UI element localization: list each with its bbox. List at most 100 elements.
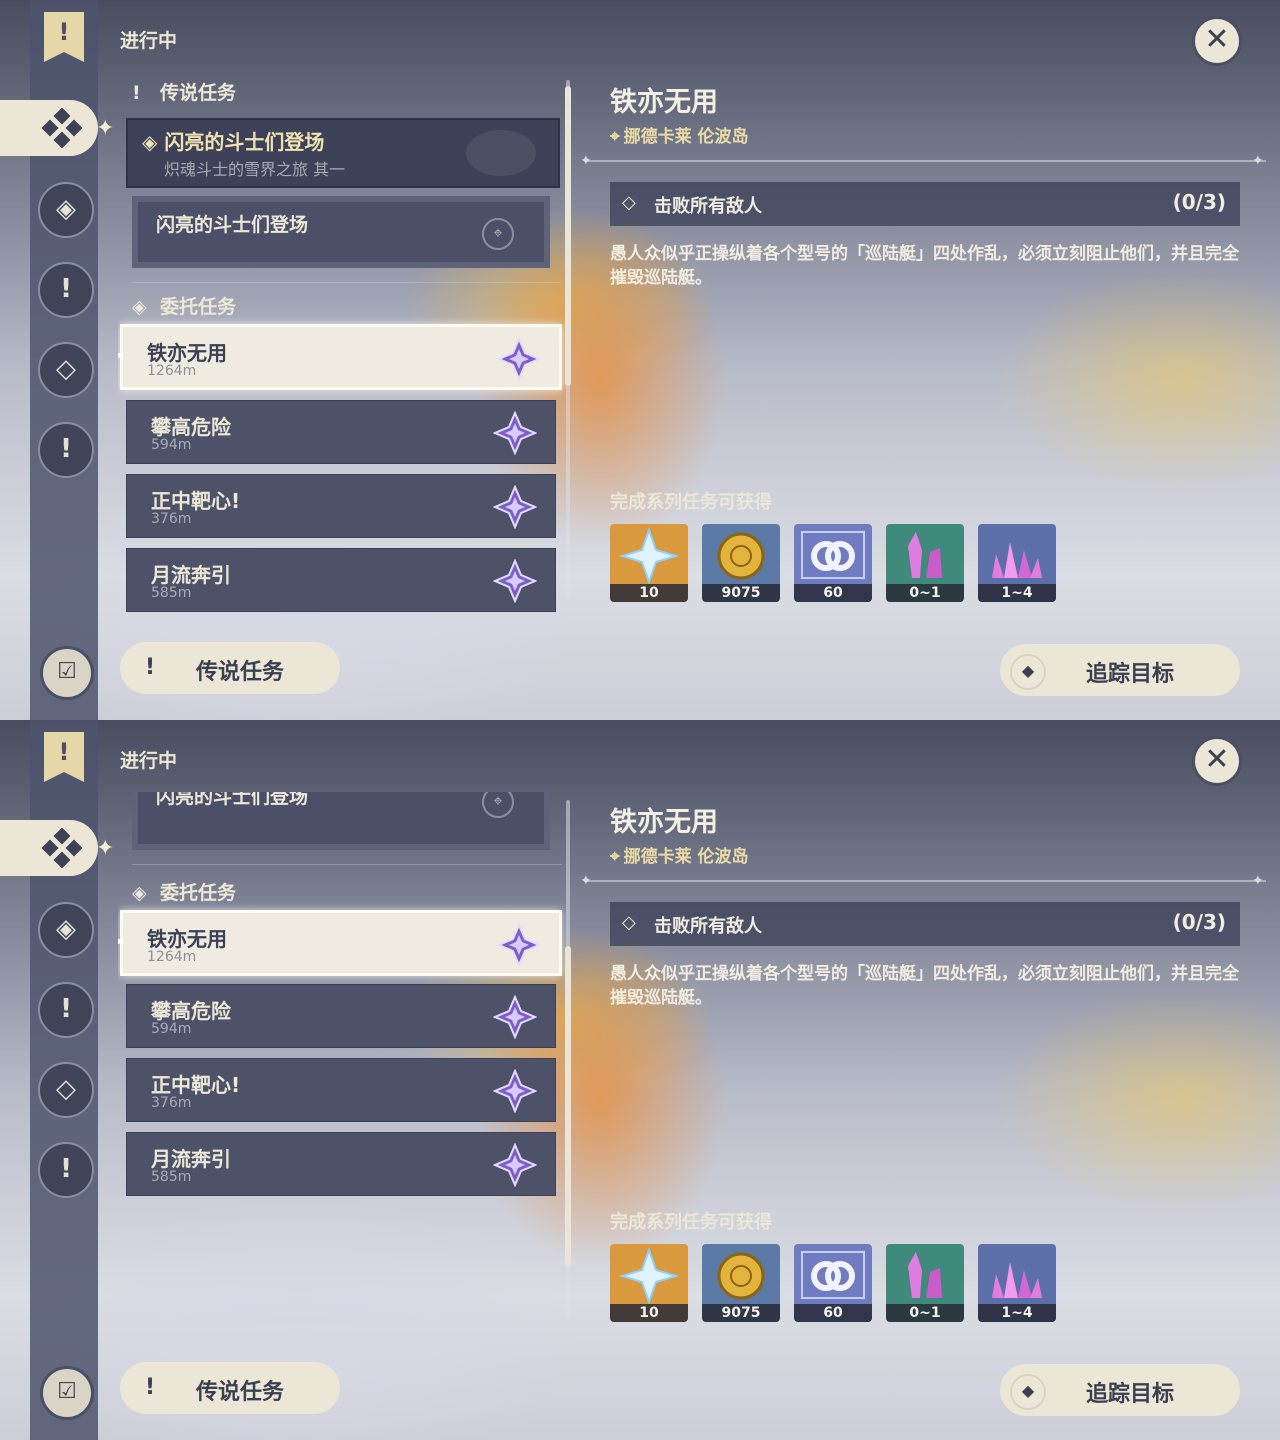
- archon-exclaim-icon: !: [144, 655, 156, 680]
- detail-title: 铁亦无用: [610, 87, 718, 118]
- track-objective-label: 追踪目标: [1086, 662, 1175, 687]
- reward-amount: 9075: [702, 584, 780, 602]
- archon-quest-button-label: 传说任务: [196, 1380, 285, 1405]
- commission-section-header: ◈ 委托任务: [132, 292, 236, 319]
- track-diamond-icon: ◆: [1010, 1374, 1046, 1410]
- reward-item[interactable]: 0~1: [886, 524, 964, 602]
- commission-star-icon: [497, 337, 541, 381]
- quest-distance: 376m: [151, 511, 192, 527]
- quest-list-scroll-thumb[interactable]: [565, 946, 571, 1266]
- quest-distance: 585m: [151, 1169, 192, 1185]
- reward-item[interactable]: 10: [610, 524, 688, 602]
- reward-amount: 0~1: [886, 1304, 964, 1322]
- companionship-exp-icon: [801, 1251, 865, 1299]
- track-objective-button[interactable]: ◆ 追踪目标: [1000, 644, 1240, 696]
- quest-list[interactable]: ! 传说任务 ◈ 闪亮的斗士们登场 炽魂斗士的雪界之旅 其一 闪亮的斗士们登场 ⌖…: [118, 72, 568, 612]
- reward-item[interactable]: 1~4: [978, 524, 1056, 602]
- location-pin-icon: ⌖: [610, 847, 620, 867]
- checklist-icon: ☑: [57, 1379, 77, 1404]
- divider: [132, 282, 562, 283]
- reward-item[interactable]: 60: [794, 524, 872, 602]
- reward-item[interactable]: 1~4: [978, 1244, 1056, 1322]
- reward-item[interactable]: 9075: [702, 1244, 780, 1322]
- rail-tab-story[interactable]: !: [38, 982, 94, 1038]
- reward-item[interactable]: 9075: [702, 524, 780, 602]
- reward-amount: 1~4: [978, 1304, 1056, 1322]
- archon-step-card[interactable]: 闪亮的斗士们登场 ⌖: [132, 792, 550, 850]
- archon-quest-button[interactable]: ! 传说任务: [120, 1362, 340, 1414]
- objective-diamond-icon: ◇: [622, 192, 636, 213]
- archon-quest-subtitle: 炽魂斗士的雪界之旅 其一: [164, 160, 346, 179]
- rail-tab-story[interactable]: !: [38, 262, 94, 318]
- commission-section-icon: ◈: [132, 296, 147, 318]
- rewards-row: 10 9075 60 0~1 1~4: [610, 524, 1070, 604]
- crystal-cluster-icon: [992, 1262, 1042, 1298]
- commission-star-icon: [493, 1069, 537, 1113]
- quest-card-selected[interactable]: ▶ 铁亦无用 1264m: [118, 324, 562, 390]
- objective-diamond-icon: ◇: [622, 912, 636, 933]
- rail-tab-commission[interactable]: !: [38, 1142, 94, 1198]
- archon-quest-card[interactable]: ◈ 闪亮的斗士们登场 炽魂斗士的雪界之旅 其一: [126, 118, 560, 188]
- quest-card[interactable]: 攀高危险 594m: [126, 984, 556, 1048]
- archon-quest-button[interactable]: ! 传说任务: [120, 642, 340, 694]
- objective-row: ◇ 击败所有敌人 (0/3): [610, 182, 1240, 226]
- reward-item[interactable]: 60: [794, 1244, 872, 1322]
- rewards-title: 完成系列任务可获得: [610, 492, 772, 513]
- objective-count: (0/3): [1172, 910, 1226, 934]
- rail-tab-world[interactable]: ◇: [38, 342, 94, 398]
- rail-tab-all-quests[interactable]: ✦: [0, 820, 114, 876]
- world-quest-icon: ◇: [56, 354, 76, 384]
- quest-title: 月流奔引: [151, 1147, 231, 1171]
- quest-title: 攀高危险: [151, 999, 231, 1023]
- mora-icon: [717, 532, 765, 580]
- reward-item[interactable]: 0~1: [886, 1244, 964, 1322]
- commission-section-icon: ◈: [132, 882, 147, 904]
- quest-settings-button[interactable]: ☑: [40, 646, 94, 700]
- quest-distance: 594m: [151, 437, 192, 453]
- archon-step-title: 闪亮的斗士们登场: [156, 214, 309, 236]
- rail-tab-archon[interactable]: ◈: [38, 902, 94, 958]
- quest-distance: 585m: [151, 585, 192, 601]
- reward-amount: 10: [610, 1304, 688, 1322]
- detail-location: ⌖ 挪德卡莱 伦波岛: [610, 842, 749, 867]
- crystal-ore-icon: [908, 1252, 942, 1298]
- quest-title: 攀高危险: [151, 415, 231, 439]
- quest-title: 铁亦无用: [147, 341, 227, 365]
- close-button[interactable]: ✕: [1192, 16, 1242, 66]
- objective-row: ◇ 击败所有敌人 (0/3): [610, 902, 1240, 946]
- rail-tab-world[interactable]: ◇: [38, 1062, 94, 1118]
- detail-title: 铁亦无用: [610, 807, 718, 838]
- selected-arrow-icon: ▶: [118, 347, 124, 363]
- quest-card[interactable]: 正中靶心! 376m: [126, 474, 556, 538]
- commission-section-title: 委托任务: [160, 296, 237, 318]
- rail-tab-all-quests[interactable]: ✦: [0, 100, 114, 156]
- location-pin-icon[interactable]: ⌖: [482, 792, 514, 818]
- quest-settings-button[interactable]: ☑: [40, 1366, 94, 1420]
- primogem-icon: [618, 1246, 680, 1304]
- quest-list-scroll-thumb[interactable]: [565, 86, 571, 386]
- quest-card[interactable]: 月流奔引 585m: [126, 548, 556, 612]
- archon-step-card[interactable]: 闪亮的斗士们登场 ⌖: [132, 196, 550, 268]
- sparkle-icon: ✦: [96, 116, 115, 141]
- quest-title: 正中靶心!: [151, 1073, 241, 1097]
- location-pin-icon[interactable]: ⌖: [482, 218, 514, 250]
- quest-list[interactable]: 闪亮的斗士们登场 ⌖ ◈ 委托任务 ▶ 铁亦无用 1264m 攀高危险 594m …: [118, 792, 568, 1332]
- objective-text: 击败所有敌人: [654, 196, 762, 217]
- close-button[interactable]: ✕: [1192, 736, 1242, 786]
- quest-card[interactable]: 攀高危险 594m: [126, 400, 556, 464]
- rail-tab-archon[interactable]: ◈: [38, 182, 94, 238]
- rail-tab-commission[interactable]: !: [38, 422, 94, 478]
- quest-card[interactable]: 月流奔引 585m: [126, 1132, 556, 1196]
- commission-quest-icon: !: [60, 1154, 72, 1184]
- crystal-cluster-icon: [992, 542, 1042, 578]
- quest-card[interactable]: 正中靶心! 376m: [126, 1058, 556, 1122]
- quest-distance: 376m: [151, 1095, 192, 1111]
- quest-distance: 594m: [151, 1021, 192, 1037]
- track-diamond-icon: ◆: [1010, 654, 1046, 690]
- reward-amount: 60: [794, 584, 872, 602]
- header-in-progress: 进行中: [120, 30, 178, 52]
- quest-card-selected[interactable]: ▶ 铁亦无用 1264m: [118, 910, 562, 976]
- divider: [132, 864, 562, 865]
- reward-item[interactable]: 10: [610, 1244, 688, 1322]
- track-objective-button[interactable]: ◆ 追踪目标: [1000, 1364, 1240, 1416]
